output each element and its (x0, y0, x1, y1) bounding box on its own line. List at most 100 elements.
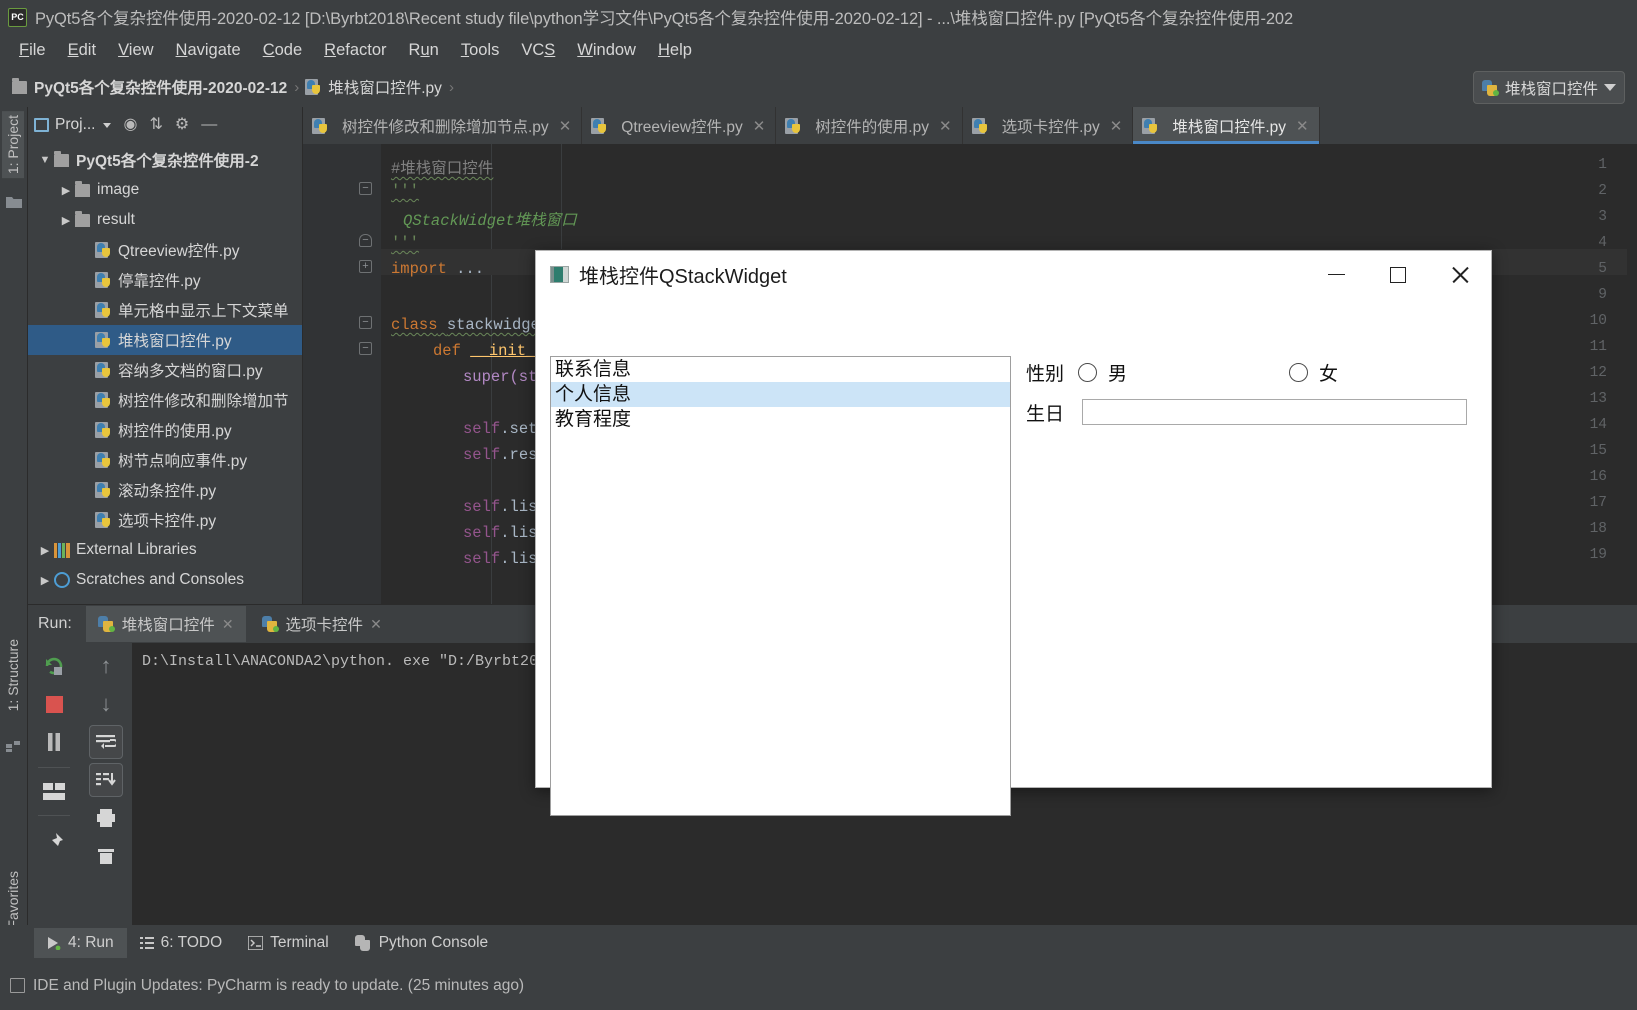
gender-label: 性别 (1026, 363, 1065, 385)
close-icon[interactable]: ✕ (939, 117, 952, 135)
pin-tab-button[interactable] (37, 825, 71, 859)
fold-marker-def[interactable]: − (359, 342, 372, 355)
close-icon[interactable]: ✕ (559, 117, 572, 135)
tree-item[interactable]: ▶ result (28, 205, 302, 235)
tree-item[interactable]: 树控件修改和删除增加节 (28, 385, 302, 415)
tree-item[interactable]: 停靠控件.py (28, 265, 302, 295)
layout-button[interactable] (37, 775, 71, 809)
breadcrumb-file[interactable]: 堆栈窗口控件.py (305, 76, 442, 98)
bottom-tab-python-console[interactable]: Python Console (342, 928, 501, 958)
collapse-all-icon[interactable]: ⇅ (149, 117, 162, 133)
bottom-tab-todo[interactable]: 6: TODO (127, 928, 235, 958)
hide-icon[interactable]: — (201, 117, 217, 133)
notification-icon[interactable] (10, 978, 25, 993)
gutter-line-number: 14 (1589, 417, 1607, 433)
tree-item[interactable]: 滚动条控件.py (28, 475, 302, 505)
tree-item[interactable]: 堆栈窗口控件.py (28, 325, 302, 355)
editor-tab[interactable]: 树控件的使用.py ✕ (776, 107, 963, 144)
expand-toggle-icon[interactable]: ▶ (36, 544, 54, 557)
birth-input[interactable] (1082, 399, 1467, 425)
folder-icon-strip[interactable] (6, 195, 22, 211)
menu-run[interactable]: Run (398, 39, 450, 62)
breadcrumb-project[interactable]: PyQt5各个复杂控件使用-2020-02-12 (12, 76, 287, 98)
qt-section-list[interactable]: 联系信息 个人信息 教育程度 (550, 356, 1011, 816)
close-icon[interactable]: ✕ (222, 616, 234, 633)
menu-refactor[interactable]: Refactor (313, 39, 397, 62)
expand-toggle-icon[interactable]: ▶ (57, 184, 75, 197)
bottom-tab-terminal[interactable]: Terminal (235, 928, 342, 958)
tree-item[interactable]: ▼ PyQt5各个复杂控件使用-2 (28, 145, 302, 175)
close-button[interactable] (1429, 251, 1491, 298)
stop-button[interactable] (37, 687, 71, 721)
clear-all-button[interactable] (89, 839, 123, 873)
run-tab-tabwidget[interactable]: 选项卡控件 ✕ (250, 606, 394, 642)
minimize-button[interactable] (1305, 251, 1367, 298)
bottom-tab-run[interactable]: 4: Run (34, 928, 127, 958)
radio-icon-male[interactable] (1078, 362, 1097, 382)
locate-icon[interactable]: ◉ (123, 117, 137, 133)
scroll-down-button[interactable]: ↓ (89, 687, 123, 721)
tree-item[interactable]: Qtreeview控件.py (28, 235, 302, 265)
menu-code[interactable]: Code (252, 39, 313, 62)
menu-help[interactable]: Help (647, 39, 703, 62)
maximize-button[interactable] (1367, 251, 1429, 298)
gear-icon[interactable]: ⚙ (175, 117, 189, 133)
folder-icon (75, 210, 90, 227)
tree-item[interactable]: ▶ Scratches and Consoles (28, 565, 302, 595)
qt-list-item[interactable]: 联系信息 (551, 357, 1010, 382)
menu-view[interactable]: View (107, 39, 164, 62)
run-configuration-selector[interactable]: 堆栈窗口控件 (1472, 71, 1625, 104)
soft-wrap-button[interactable] (89, 725, 123, 759)
scroll-to-end-button[interactable] (89, 763, 123, 797)
close-icon[interactable]: ✕ (1296, 117, 1309, 135)
fold-marker-import[interactable]: + (359, 260, 372, 273)
editor-tab[interactable]: Qtreeview控件.py ✕ (582, 107, 777, 144)
close-icon[interactable]: ✕ (753, 117, 766, 135)
editor-tab[interactable]: 树控件修改和删除增加节点.py ✕ (303, 107, 583, 144)
close-icon[interactable]: ✕ (1110, 117, 1123, 135)
fold-marker-collapse[interactable]: − (359, 182, 372, 195)
qt-list-item[interactable]: 教育程度 (551, 407, 1010, 432)
expand-toggle-icon[interactable]: ▼ (36, 154, 54, 166)
qt-stackwidget-dialog[interactable]: 堆栈控件QStackWidget 联系信息 个人信息 教育程度 性别 男 女 生… (535, 250, 1492, 816)
pause-button[interactable] (37, 725, 71, 759)
run-toolbar-col-1 (28, 643, 80, 926)
gender-option-male[interactable]: 男 (1078, 359, 1127, 386)
menu-window[interactable]: Window (566, 39, 647, 62)
menu-navigate[interactable]: Navigate (165, 39, 252, 62)
close-icon[interactable]: ✕ (370, 616, 382, 633)
tree-item[interactable]: ▶ External Libraries (28, 535, 302, 565)
print-button[interactable] (89, 801, 123, 835)
editor-tab[interactable]: 选项卡控件.py ✕ (963, 107, 1134, 144)
tree-item[interactable]: 单元格中显示上下文菜单 (28, 295, 302, 325)
fold-marker-end[interactable]: − (359, 234, 372, 247)
run-panel-label: Run: (38, 615, 72, 632)
rerun-button[interactable] (37, 649, 71, 683)
tree-item[interactable]: ▶ image (28, 175, 302, 205)
menu-tools[interactable]: Tools (450, 39, 511, 62)
chevron-down-icon (103, 122, 112, 128)
sidebar-tab-structure[interactable]: 1: Structure (2, 635, 24, 715)
run-tab-stack[interactable]: 堆栈窗口控件 ✕ (85, 606, 246, 642)
statusbar: IDE and Plugin Updates: PyCharm is ready… (0, 961, 1637, 1010)
grid-icon-strip[interactable] (6, 737, 22, 753)
qt-list-item[interactable]: 个人信息 (551, 382, 1010, 407)
menu-vcs[interactable]: VCS (510, 39, 566, 62)
code-line-1: #堆栈窗口控件 (391, 160, 494, 178)
sidebar-tab-project[interactable]: 1: Project (2, 111, 24, 179)
gender-option-female[interactable]: 女 (1289, 359, 1338, 386)
editor-tab[interactable]: 堆栈窗口控件.py ✕ (1133, 107, 1320, 144)
tree-item[interactable]: 树控件的使用.py (28, 415, 302, 445)
tree-item[interactable]: 选项卡控件.py (28, 505, 302, 535)
menu-edit[interactable]: Edit (57, 39, 107, 62)
tree-item[interactable]: 容纳多文档的窗口.py (28, 355, 302, 385)
expand-toggle-icon[interactable]: ▶ (57, 214, 75, 227)
fold-marker-class[interactable]: − (359, 316, 372, 329)
expand-toggle-icon[interactable]: ▶ (36, 574, 54, 587)
scroll-up-button[interactable]: ↑ (89, 649, 123, 683)
editor-tab-label: 树控件修改和删除增加节点.py (342, 118, 549, 136)
radio-icon-female[interactable] (1289, 362, 1309, 382)
project-panel-title[interactable]: Proj... (34, 116, 112, 134)
menu-file[interactable]: File (8, 39, 57, 62)
tree-item[interactable]: 树节点响应事件.py (28, 445, 302, 475)
